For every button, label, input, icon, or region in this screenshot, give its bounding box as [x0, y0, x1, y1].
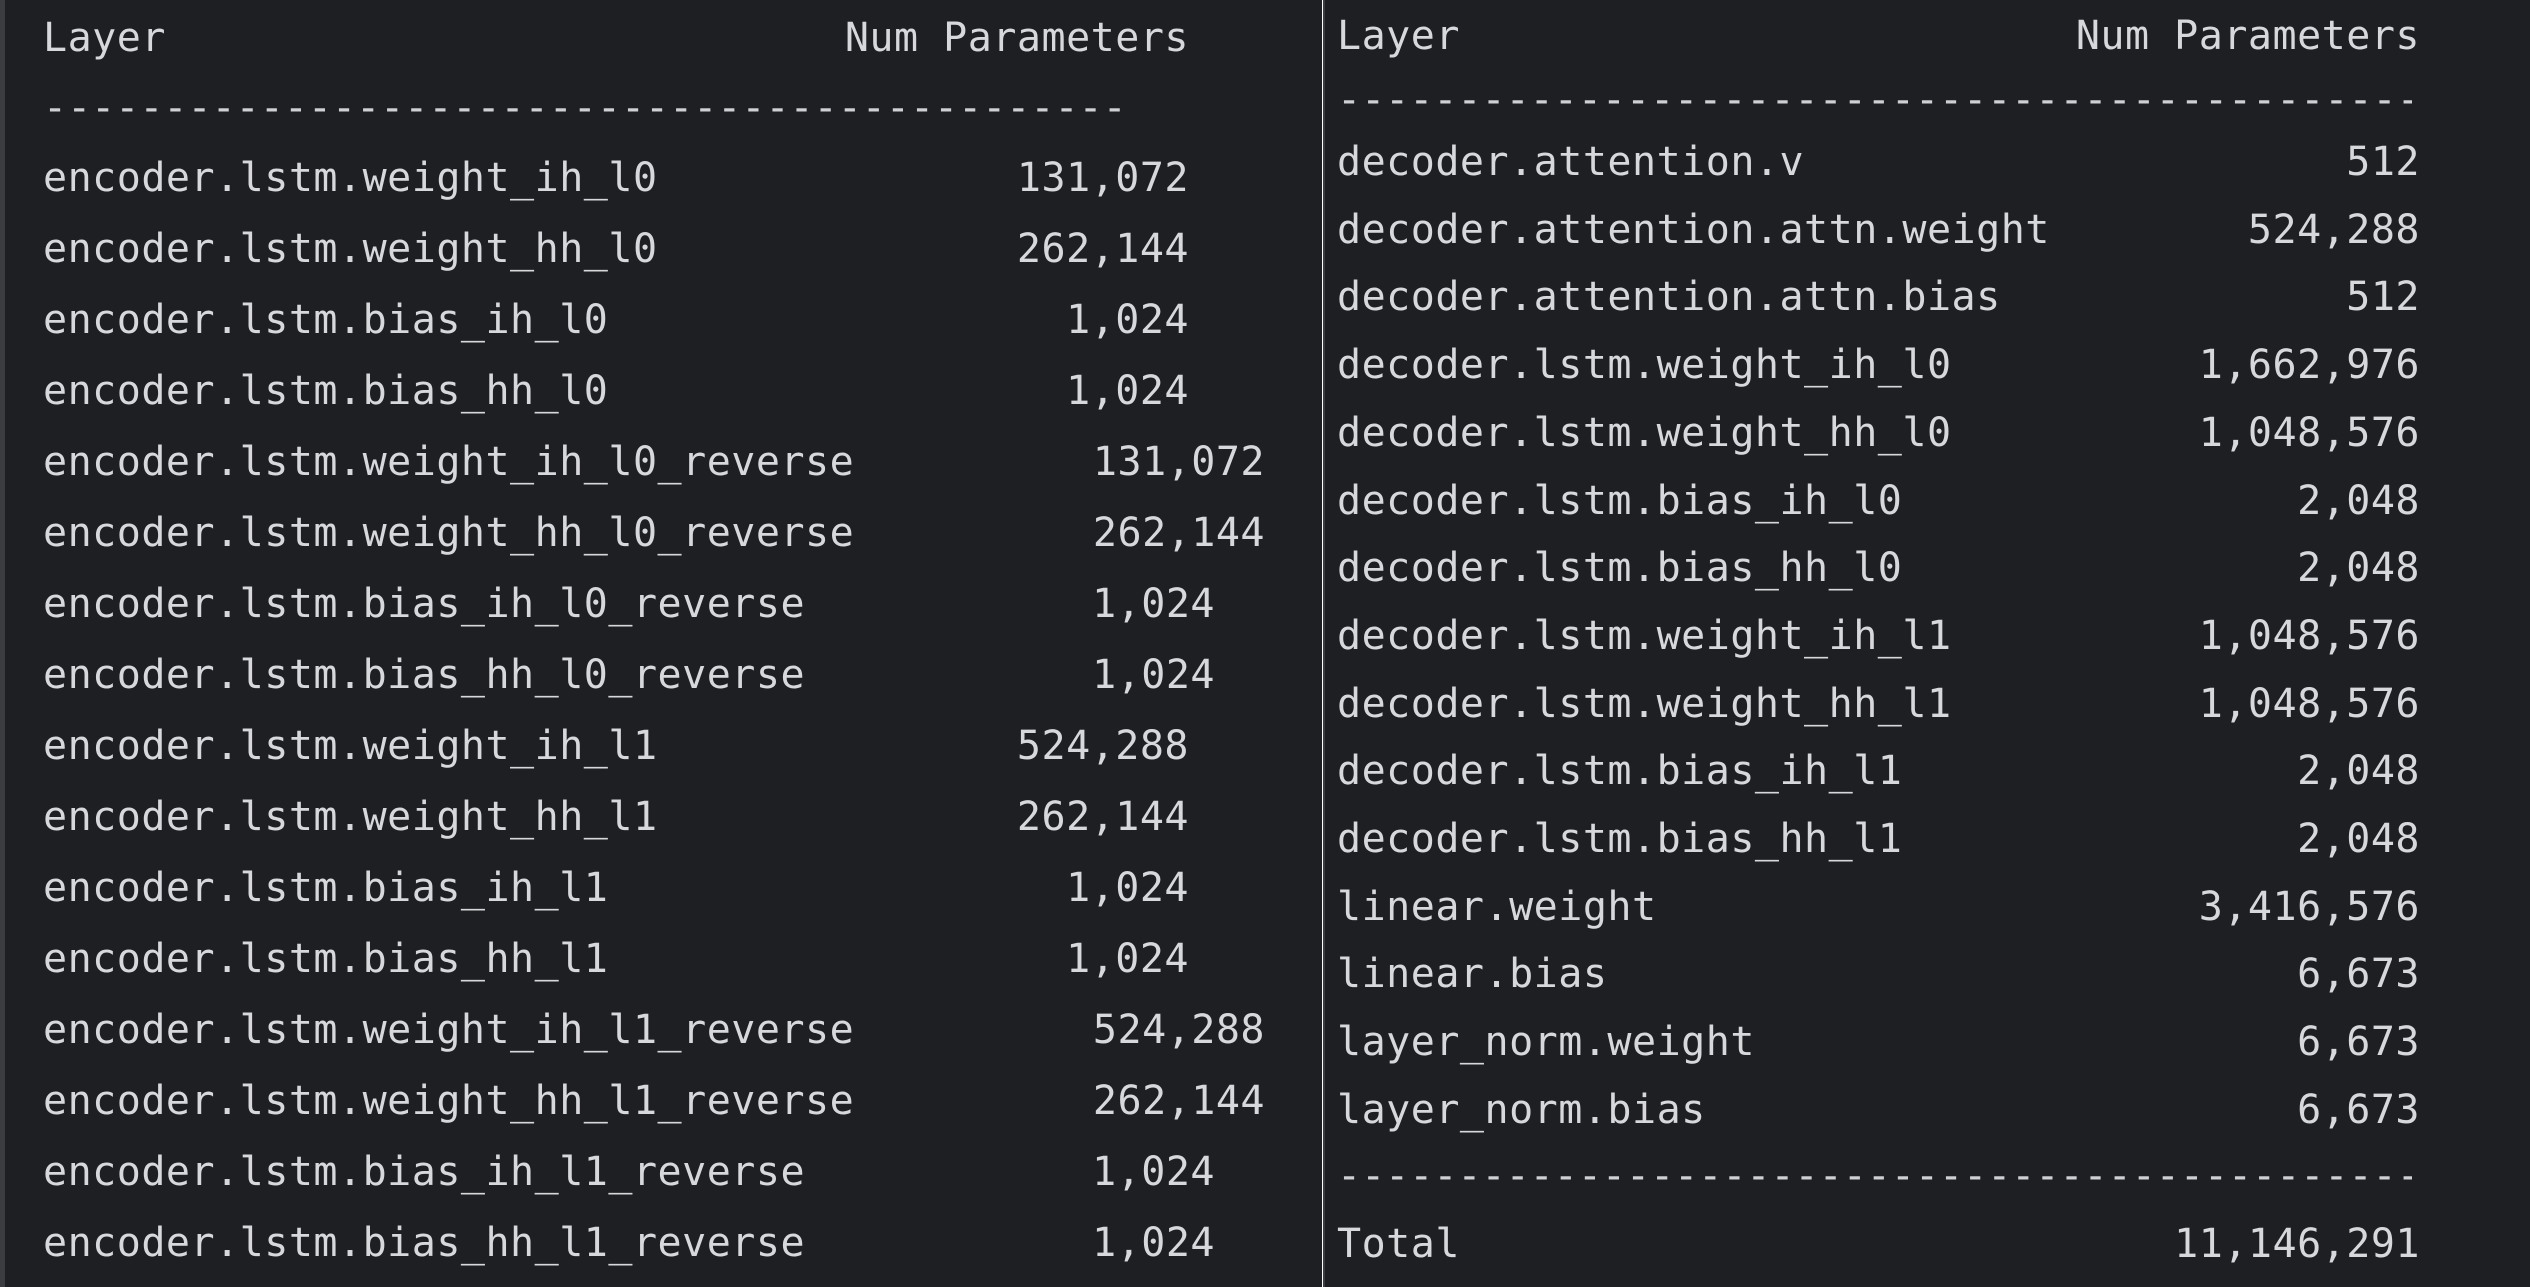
left-row-layer-name: encoder.lstm.weight_ih_l1: [43, 723, 658, 769]
right-row-param-count: 6,673: [2297, 951, 2420, 998]
right-row-param-count: 1,048,576: [2198, 612, 2420, 659]
left-row-param-count: 1,024: [1092, 1220, 1215, 1266]
right-row-param-count: 6,673: [2297, 1019, 2420, 1066]
left-header-num-parameters: Num Parameters: [844, 15, 1189, 61]
right-row-layer-name: decoder.lstm.bias_ih_l1: [1337, 748, 1903, 795]
right-row-param-count: 2,048: [2297, 477, 2420, 524]
right-header-separator: ----------------------------------------…: [1337, 77, 2412, 123]
right-row-layer-name: decoder.attention.attn.weight: [1337, 206, 2050, 253]
left-row-param-count: 1,024: [1066, 368, 1189, 414]
right-row-layer-name: decoder.attention.attn.bias: [1337, 274, 2001, 321]
left-row-layer-name: encoder.lstm.bias_ih_l1: [43, 865, 609, 911]
right-row-layer-name: decoder.lstm.bias_ih_l0: [1337, 477, 1903, 524]
right-row-param-count: 2,048: [2297, 748, 2420, 795]
right-footer-separator: ----------------------------------------…: [1337, 1153, 2412, 1199]
left-row-layer-name: encoder.lstm.weight_hh_l1: [43, 794, 658, 840]
right-row-param-count: 1,662,976: [2198, 342, 2420, 389]
right-row-param-count: 2,048: [2297, 816, 2420, 862]
right-row-param-count: 6,673: [2297, 1086, 2420, 1133]
right-row-layer-name: decoder.lstm.bias_hh_l1: [1337, 816, 1903, 862]
right-row-layer-name: linear.weight: [1337, 883, 1657, 930]
right-row-param-count: 1,048,576: [2198, 409, 2420, 456]
right-row-param-count: 2,048: [2297, 545, 2420, 592]
right-header-layer: Layer: [1337, 13, 1460, 59]
right-row-layer-name: decoder.lstm.weight_hh_l0: [1337, 409, 1952, 456]
left-row-layer-name: encoder.lstm.bias_hh_l0: [43, 368, 609, 414]
left-row-param-count: 1,024: [1092, 581, 1215, 627]
left-row-param-count: 131,072: [1092, 439, 1265, 485]
right-header-num-parameters: Num Parameters: [2075, 13, 2420, 59]
left-row-param-count: 262,144: [1016, 226, 1189, 272]
right-row-layer-name: decoder.attention.v: [1337, 139, 1805, 185]
left-row-param-count: 262,144: [1016, 794, 1189, 840]
right-row-param-count: 1,048,576: [2198, 680, 2420, 727]
left-row-layer-name: encoder.lstm.weight_hh_l1_reverse: [43, 1078, 855, 1124]
right-row-layer-name: layer_norm.weight: [1337, 1019, 1755, 1066]
left-row-param-count: 131,072: [1016, 155, 1189, 201]
left-row-param-count: 524,288: [1092, 1007, 1265, 1053]
left-header-layer: Layer: [43, 15, 166, 61]
left-row-param-count: 1,024: [1066, 936, 1189, 982]
left-row-param-count: 1,024: [1066, 297, 1189, 343]
right-row-param-count: 512: [2346, 274, 2420, 321]
left-row-param-count: 262,144: [1092, 1078, 1265, 1124]
right-row-layer-name: decoder.lstm.weight_hh_l1: [1337, 680, 1952, 727]
left-row-layer-name: encoder.lstm.weight_ih_l1_reverse: [43, 1007, 855, 1053]
left-row-param-count: 262,144: [1092, 510, 1265, 556]
left-row-layer-name: encoder.lstm.bias_hh_l0_reverse: [43, 652, 806, 698]
left-row-layer-name: encoder.lstm.weight_hh_l0: [43, 226, 658, 272]
left-row-param-count: 1,024: [1092, 652, 1215, 698]
left-row-layer-name: encoder.lstm.weight_ih_l0_reverse: [43, 439, 855, 485]
left-row-param-count: 1,024: [1066, 865, 1189, 911]
right-row-param-count: 3,416,576: [2198, 883, 2420, 930]
right-row-layer-name: linear.bias: [1337, 951, 1608, 998]
total-label: Total: [1337, 1221, 1460, 1267]
left-header-separator: ----------------------------------------…: [43, 85, 1127, 131]
left-row-layer-name: encoder.lstm.bias_hh_l1_reverse: [43, 1220, 806, 1266]
left-console-panel: Layer Num Parameters -------------------…: [0, 0, 1322, 1287]
right-row-layer-name: decoder.lstm.weight_ih_l1: [1337, 612, 1952, 659]
total-value: 11,146,291: [2174, 1221, 2420, 1267]
left-row-layer-name: encoder.lstm.bias_ih_l1_reverse: [43, 1149, 806, 1195]
right-row-layer-name: decoder.lstm.bias_hh_l0: [1337, 545, 1903, 592]
left-row-layer-name: encoder.lstm.weight_ih_l0: [43, 155, 658, 201]
right-row-layer-name: decoder.lstm.weight_ih_l0: [1337, 342, 1952, 389]
left-row-layer-name: encoder.lstm.bias_hh_l1: [43, 936, 609, 982]
left-row-layer-name: encoder.lstm.bias_ih_l0_reverse: [43, 581, 806, 627]
right-row-layer-name: layer_norm.bias: [1337, 1086, 1706, 1133]
left-row-layer-name: encoder.lstm.bias_ih_l0: [43, 297, 609, 343]
left-row-layer-name: encoder.lstm.weight_hh_l0_reverse: [43, 510, 855, 556]
right-console-panel: Layer Num Parameters -------------------…: [1323, 0, 2530, 1287]
right-row-param-count: 524,288: [2247, 206, 2420, 253]
left-row-param-count: 524,288: [1016, 723, 1189, 769]
left-row-param-count: 1,024: [1092, 1149, 1215, 1195]
right-row-param-count: 512: [2346, 139, 2420, 185]
